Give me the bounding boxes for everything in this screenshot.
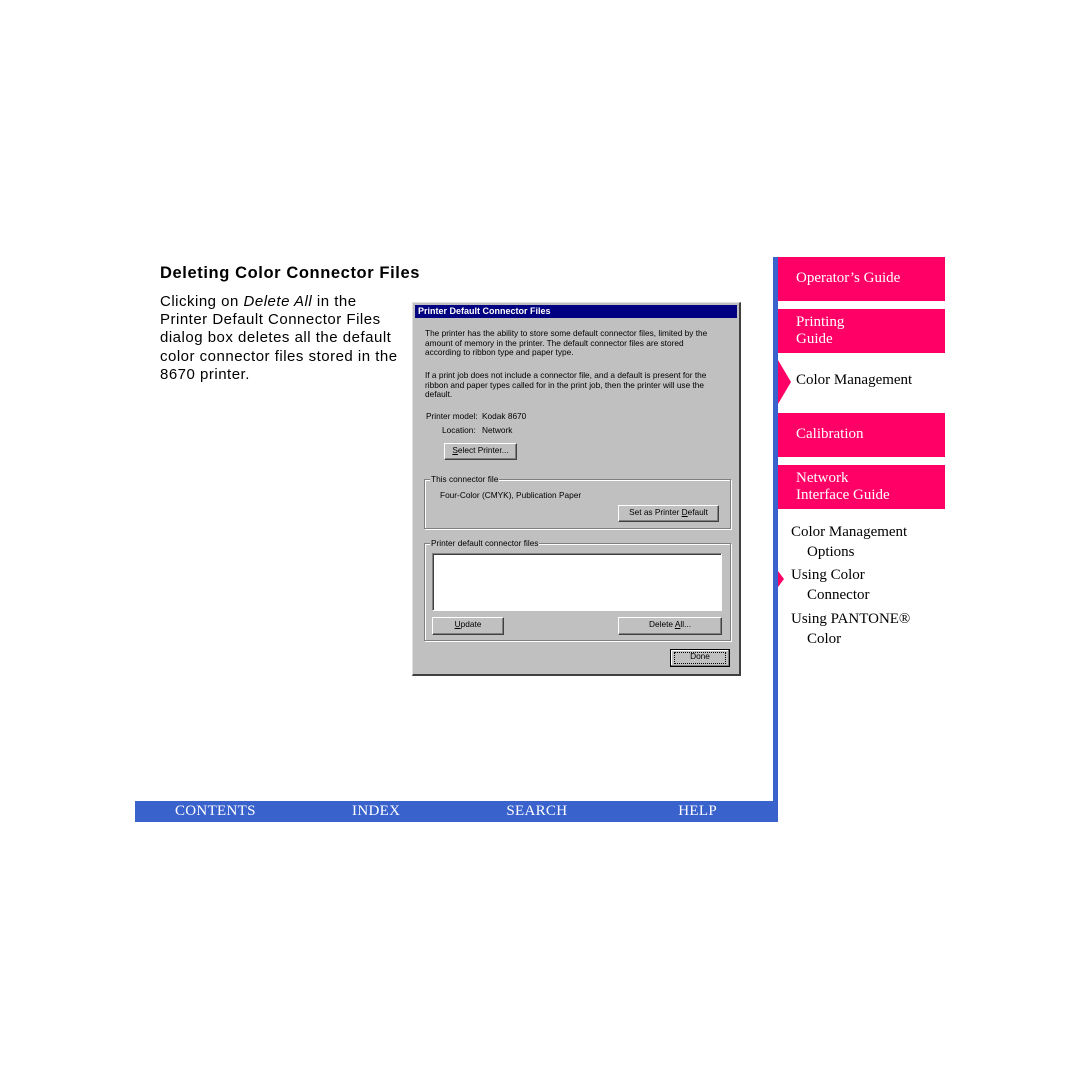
subtopic-label: Color bbox=[807, 630, 842, 647]
dialog-paragraph-1: The printer has the ability to store som… bbox=[425, 328, 707, 358]
button-label: Delete bbox=[649, 619, 675, 629]
group-title: Printer default connector files bbox=[430, 538, 540, 548]
subtopic-label: Using PANTONE® bbox=[791, 611, 911, 627]
button-label: ll... bbox=[680, 619, 691, 629]
guide-label: Interface Guide bbox=[796, 487, 890, 503]
focus-rect bbox=[674, 652, 726, 664]
sidebar-guide-printing-guide[interactable]: Printing Guide bbox=[778, 309, 945, 353]
subtopic-label: Color Management bbox=[791, 524, 908, 540]
button-label: pdate bbox=[460, 619, 482, 629]
update-button[interactable]: Update bbox=[432, 617, 504, 635]
body-text-start: Clicking on bbox=[160, 293, 244, 310]
current-subtopic-arrow-icon bbox=[778, 571, 784, 587]
delete-all-button[interactable]: Delete All... bbox=[618, 617, 722, 635]
done-button[interactable]: Done bbox=[670, 649, 730, 667]
group-title: This connector file bbox=[430, 474, 500, 484]
printer-default-files-group: Printer default connector files Update D… bbox=[424, 538, 731, 641]
location-label: Location: bbox=[442, 425, 476, 435]
guide-label: Printing bbox=[796, 314, 845, 330]
nav-contents[interactable]: CONTENTS bbox=[135, 801, 296, 822]
dialog-title: Printer Default Connector Files bbox=[415, 305, 737, 318]
guide-label: Guide bbox=[796, 331, 833, 347]
bottom-navigation: CONTENTS INDEX SEARCH HELP bbox=[135, 801, 778, 822]
subtopic-label: Connector bbox=[807, 586, 870, 603]
guide-label: Calibration bbox=[796, 426, 864, 442]
this-connector-file-group: This connector file Four-Color (CMYK), P… bbox=[424, 474, 731, 529]
guide-label: Network bbox=[796, 470, 849, 486]
sidebar-guide-operators-guide[interactable]: Operator’s Guide bbox=[778, 257, 945, 301]
current-section-arrow-icon bbox=[778, 360, 791, 404]
printer-default-connector-dialog: Printer Default Connector Files The prin… bbox=[412, 302, 741, 676]
dialog-text-line: according to ribbon type and paper type. bbox=[425, 347, 574, 358]
set-as-printer-default-button[interactable]: Set as Printer Default bbox=[618, 505, 719, 522]
nav-search[interactable]: SEARCH bbox=[457, 801, 618, 822]
printer-model-label: Printer model: bbox=[426, 411, 478, 421]
subtopic-using-pantone-color[interactable]: Using PANTONE® Color bbox=[791, 610, 910, 649]
nav-index[interactable]: INDEX bbox=[296, 801, 457, 822]
dialog-paragraph-2: If a print job does not include a connec… bbox=[425, 370, 706, 400]
button-label: elect Printer... bbox=[457, 445, 509, 455]
printer-model-value: Kodak 8670 bbox=[482, 411, 527, 421]
body-paragraph: Clicking on Delete All in the Printer De… bbox=[160, 293, 400, 384]
subtopic-label: Using Color bbox=[791, 567, 865, 583]
default-files-listbox[interactable] bbox=[432, 553, 722, 611]
location-value: Network bbox=[482, 425, 513, 435]
body-emphasis: Delete All bbox=[243, 293, 313, 310]
select-printer-button[interactable]: Select Printer... bbox=[444, 443, 517, 460]
sidebar-current-section[interactable]: Color Management bbox=[796, 372, 912, 389]
dialog-text-line: default. bbox=[425, 389, 453, 400]
button-label: Set as Printer bbox=[629, 507, 682, 517]
nav-help[interactable]: HELP bbox=[617, 801, 778, 822]
guide-label: Operator’s Guide bbox=[796, 270, 901, 286]
page-heading: Deleting Color Connector Files bbox=[160, 264, 421, 282]
subtopic-using-color-connector[interactable]: Using Color Connector bbox=[791, 566, 869, 605]
dialog-text-line: ribbon and paper types called for in the… bbox=[425, 379, 705, 390]
subtopic-label: Options bbox=[807, 543, 855, 560]
button-label: efault bbox=[687, 507, 708, 517]
sidebar-guide-network-interface[interactable]: Network Interface Guide bbox=[778, 465, 945, 509]
subtopic-color-management-options[interactable]: Color Management Options bbox=[791, 523, 907, 562]
sidebar-guide-calibration[interactable]: Calibration bbox=[778, 413, 945, 457]
connector-file-value: Four-Color (CMYK), Publication Paper bbox=[440, 490, 582, 500]
